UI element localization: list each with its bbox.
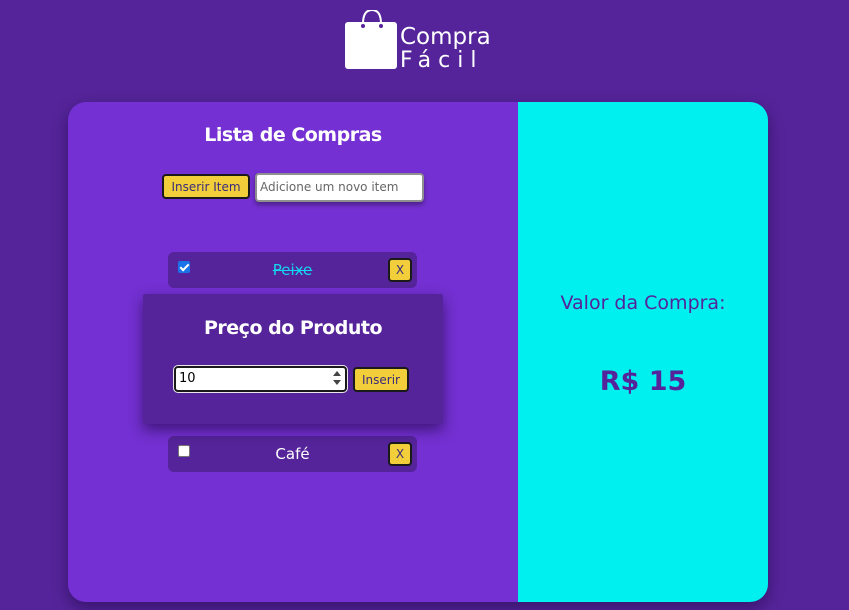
add-item-button[interactable]: Inserir Item [162, 174, 250, 199]
remove-item-button[interactable]: X [388, 258, 412, 282]
item-label: Café [275, 445, 310, 463]
total-value: R$ 15 [599, 366, 687, 397]
brand-name-line1: Compra [400, 24, 491, 50]
list-title: Lista de Compras [204, 124, 382, 146]
list-item: Café X [168, 436, 417, 472]
total-label: Valor da Compra: [560, 292, 726, 314]
logo: Compra Fácil [344, 10, 504, 73]
price-modal-title: Preço do Produto [204, 317, 383, 339]
remove-item-button[interactable]: X [388, 442, 412, 466]
main-card: Lista de Compras Inserir Item Adicione u… [68, 102, 768, 602]
spin-down-icon[interactable] [333, 380, 341, 385]
price-modal: Preço do Produto 10 Inserir [143, 294, 443, 424]
price-input[interactable]: 10 [173, 365, 348, 393]
shopping-bag-icon [345, 10, 397, 69]
new-item-input[interactable]: Adicione um novo item [255, 173, 424, 202]
list-item: Peixe X [168, 252, 417, 288]
brand-name-line2: Fácil [400, 48, 484, 73]
spin-up-icon[interactable] [333, 371, 341, 376]
price-input-value: 10 [179, 371, 196, 386]
number-spinner[interactable] [333, 371, 341, 387]
item-label: Peixe [272, 261, 313, 279]
shopping-list-panel: Lista de Compras Inserir Item Adicione u… [68, 102, 518, 602]
summary-panel: Valor da Compra: R$ 15 [518, 102, 768, 602]
insert-price-button[interactable]: Inserir [353, 367, 409, 392]
